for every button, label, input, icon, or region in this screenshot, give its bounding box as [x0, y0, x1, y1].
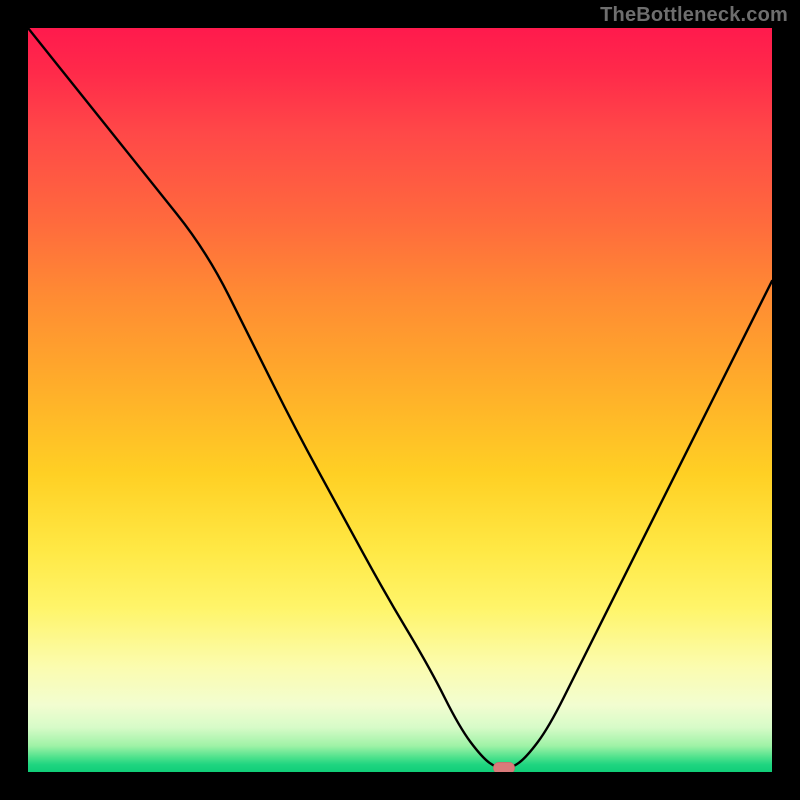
chart-frame: TheBottleneck.com — [0, 0, 800, 800]
plot-area — [28, 28, 772, 772]
bottleneck-curve — [28, 28, 772, 768]
optimal-marker — [493, 762, 515, 772]
watermark-text: TheBottleneck.com — [600, 4, 788, 27]
curve-svg — [28, 28, 772, 772]
